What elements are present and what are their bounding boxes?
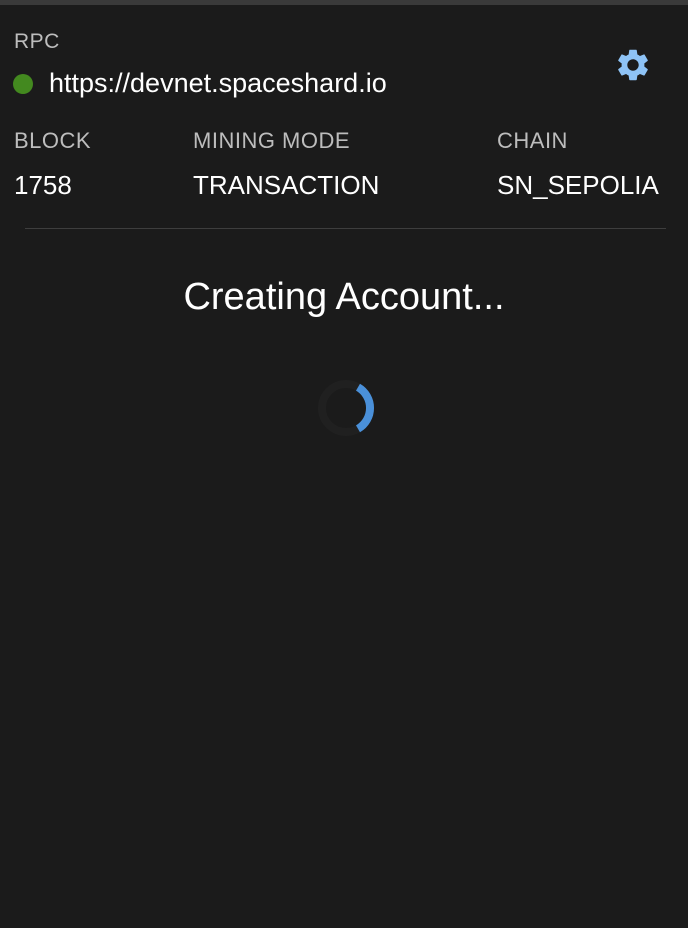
connection-status-icon (13, 73, 33, 94)
rpc-endpoint: https://devnet.spaceshard.io (13, 68, 387, 99)
divider (25, 228, 666, 229)
chain-value: SN_SEPOLIA (497, 170, 659, 200)
mining-mode-value: TRANSACTION (193, 170, 380, 200)
chain-info: CHAIN SN_SEPOLIA (497, 128, 659, 200)
mining-mode-info: MINING MODE TRANSACTION (193, 128, 379, 200)
status-message: Creating Account... (183, 276, 505, 318)
loading-spinner (316, 378, 376, 438)
top-border (0, 0, 688, 5)
mining-mode-label: MINING MODE (193, 128, 351, 153)
settings-button[interactable] (614, 46, 652, 84)
rpc-label: RPC (14, 30, 60, 53)
loading-spinner-icon (318, 380, 374, 436)
gear-icon (618, 49, 648, 81)
chain-label: CHAIN (497, 128, 568, 153)
rpc-url: https://devnet.spaceshard.io (49, 68, 387, 98)
block-label: BLOCK (14, 128, 92, 153)
block-info: BLOCK 1758 (14, 128, 91, 200)
block-value: 1758 (14, 170, 72, 200)
